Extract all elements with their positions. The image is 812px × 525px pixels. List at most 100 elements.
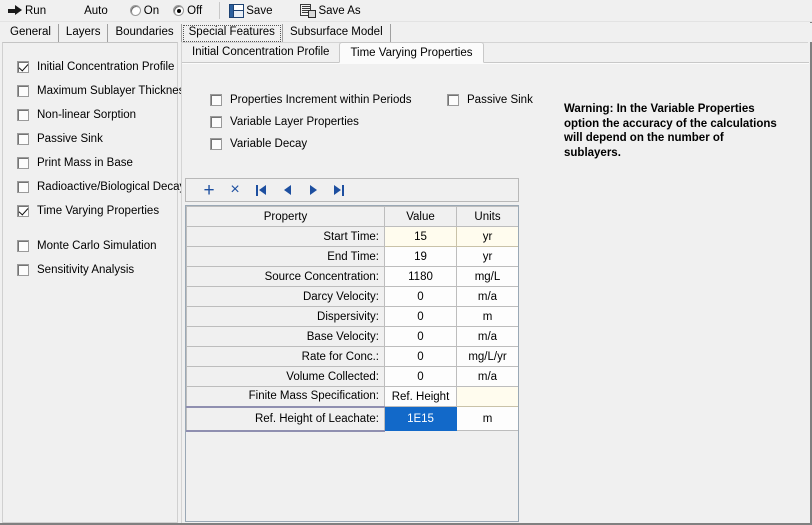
sidebar-item-radioactive-biological-decay[interactable]: Radioactive/Biological Decay (17, 175, 177, 199)
sidebar-item-time-varying-properties[interactable]: Time Varying Properties (17, 199, 177, 223)
sidebar-item-label: Non-linear Sorption (37, 109, 136, 121)
cell-units: m/a (457, 367, 519, 387)
checkbox-icon[interactable] (17, 133, 29, 145)
tab-general-label: General (10, 26, 51, 38)
sidebar-item-initial-concentration-profile[interactable]: Initial Concentration Profile (17, 55, 177, 79)
table-row[interactable]: Dispersivity: 0 m (187, 307, 519, 327)
run-button[interactable]: Run (4, 1, 50, 21)
table-row[interactable]: Finite Mass Specification: Ref. Height (187, 387, 519, 407)
next-record-button[interactable] (300, 179, 326, 201)
table-row[interactable]: Start Time: 15 yr (187, 227, 519, 247)
save-button[interactable]: Save (229, 1, 272, 21)
sidebar-item-label: Initial Concentration Profile (37, 61, 174, 73)
cell-value[interactable]: 19 (385, 247, 457, 267)
tab-special-features[interactable]: Special Features (182, 24, 283, 42)
tab-layers[interactable]: Layers (59, 24, 109, 42)
checkbox-icon[interactable] (17, 85, 29, 97)
sidebar-item-passive-sink[interactable]: Passive Sink (17, 127, 177, 151)
delete-record-button[interactable]: × (222, 179, 248, 201)
sidebar-item-monte-carlo-simulation[interactable]: Monte Carlo Simulation (17, 234, 177, 258)
checkbox-icon[interactable] (17, 157, 29, 169)
run-button-label: Run (25, 5, 46, 17)
last-record-icon (334, 185, 345, 196)
auto-on-radio[interactable] (130, 5, 141, 16)
cell-property: Start Time: (187, 227, 385, 247)
table-row[interactable]: End Time: 19 yr (187, 247, 519, 267)
cell-value[interactable]: Ref. Height (385, 387, 457, 407)
sidebar-item-label: Sensitivity Analysis (37, 264, 134, 276)
cell-units: m/a (457, 327, 519, 347)
sidebar-item-label: Radioactive/Biological Decay (37, 181, 185, 193)
option-variable-decay[interactable]: Variable Decay (210, 133, 412, 155)
properties-data-grid[interactable]: Property Value Units Start Time: 15 yr (185, 205, 519, 522)
save-as-button[interactable]: Save As (300, 1, 360, 21)
column-header-units[interactable]: Units (457, 207, 519, 227)
table-row[interactable]: Rate for Conc.: 0 mg/L/yr (187, 347, 519, 367)
option-label: Variable Layer Properties (230, 116, 359, 128)
cell-property: Dispersivity: (187, 307, 385, 327)
cell-property: Finite Mass Specification: (187, 387, 385, 407)
table-row[interactable]: Base Velocity: 0 m/a (187, 327, 519, 347)
table-row[interactable]: Darcy Velocity: 0 m/a (187, 287, 519, 307)
table-row[interactable]: Volume Collected: 0 m/a (187, 367, 519, 387)
table-row-selected[interactable]: Ref. Height of Leachate: 1E15 m (187, 407, 519, 431)
cell-value[interactable]: 15 (385, 227, 457, 247)
column-header-property[interactable]: Property (187, 207, 385, 227)
feature-checkbox-list: Initial Concentration Profile Maximum Su… (3, 43, 177, 282)
checkbox-icon[interactable] (210, 138, 222, 150)
cell-property: Base Velocity: (187, 327, 385, 347)
properties-table: Property Value Units Start Time: 15 yr (186, 206, 519, 432)
last-record-button[interactable] (326, 179, 352, 201)
sidebar-item-non-linear-sorption[interactable]: Non-linear Sorption (17, 103, 177, 127)
cell-units: m (457, 407, 519, 431)
cell-value[interactable]: 1180 (385, 267, 457, 287)
auto-radio-group: On Off (130, 5, 216, 17)
warning-message: Warning: In the Variable Properties opti… (564, 102, 779, 160)
first-record-button[interactable] (248, 179, 274, 201)
auto-label: Auto (84, 1, 108, 21)
option-passive-sink[interactable]: Passive Sink (447, 89, 533, 111)
column-header-value[interactable]: Value (385, 207, 457, 227)
auto-off-label: Off (187, 5, 202, 17)
sidebar-item-sensitivity-analysis[interactable]: Sensitivity Analysis (17, 258, 177, 282)
add-record-button[interactable]: + (196, 179, 222, 201)
cell-value[interactable]: 0 (385, 327, 457, 347)
sidebar-item-label: Time Varying Properties (37, 205, 159, 217)
cell-value[interactable]: 0 (385, 347, 457, 367)
focus-rectangle (183, 25, 281, 42)
sidebar-item-label: Passive Sink (37, 133, 103, 145)
inner-tab-strip: Initial Concentration Profile Time Varyi… (182, 43, 809, 63)
checkbox-icon[interactable] (17, 264, 29, 276)
tab-general[interactable]: General (3, 24, 59, 42)
application-window: Run Auto On Off Save Save As General (0, 0, 812, 525)
previous-record-button[interactable] (274, 179, 300, 201)
time-varying-properties-panel: Properties Increment within Periods Vari… (182, 63, 809, 523)
table-row[interactable]: Source Concentration: 1180 mg/L (187, 267, 519, 287)
cell-property: Volume Collected: (187, 367, 385, 387)
close-icon: × (230, 182, 239, 198)
option-variable-layer-properties[interactable]: Variable Layer Properties (210, 111, 412, 133)
checkbox-icon[interactable] (17, 61, 29, 73)
tab-subsurface-model[interactable]: Subsurface Model (283, 24, 391, 42)
checkbox-icon[interactable] (210, 94, 222, 106)
sidebar-item-print-mass-in-base[interactable]: Print Mass in Base (17, 151, 177, 175)
checkbox-icon[interactable] (210, 116, 222, 128)
option-properties-increment-within-periods[interactable]: Properties Increment within Periods (210, 89, 412, 111)
plus-icon: + (203, 181, 214, 200)
checkbox-icon[interactable] (17, 181, 29, 193)
checkbox-icon[interactable] (17, 205, 29, 217)
tab-boundaries[interactable]: Boundaries (108, 24, 181, 42)
next-record-icon (310, 185, 317, 195)
inner-tab-time-varying-properties[interactable]: Time Varying Properties (339, 42, 483, 63)
checkbox-icon[interactable] (447, 94, 459, 106)
sidebar-item-maximum-sublayer-thickness[interactable]: Maximum Sublayer Thickness (17, 79, 177, 103)
auto-off-radio[interactable] (173, 5, 184, 16)
checkbox-icon[interactable] (17, 109, 29, 121)
cell-value[interactable]: 0 (385, 367, 457, 387)
cell-value[interactable]: 0 (385, 307, 457, 327)
save-as-icon (300, 4, 316, 18)
cell-value[interactable]: 0 (385, 287, 457, 307)
inner-tab-initial-concentration-profile[interactable]: Initial Concentration Profile (182, 42, 339, 62)
cell-value-selected[interactable]: 1E15 (385, 407, 457, 431)
checkbox-icon[interactable] (17, 240, 29, 252)
